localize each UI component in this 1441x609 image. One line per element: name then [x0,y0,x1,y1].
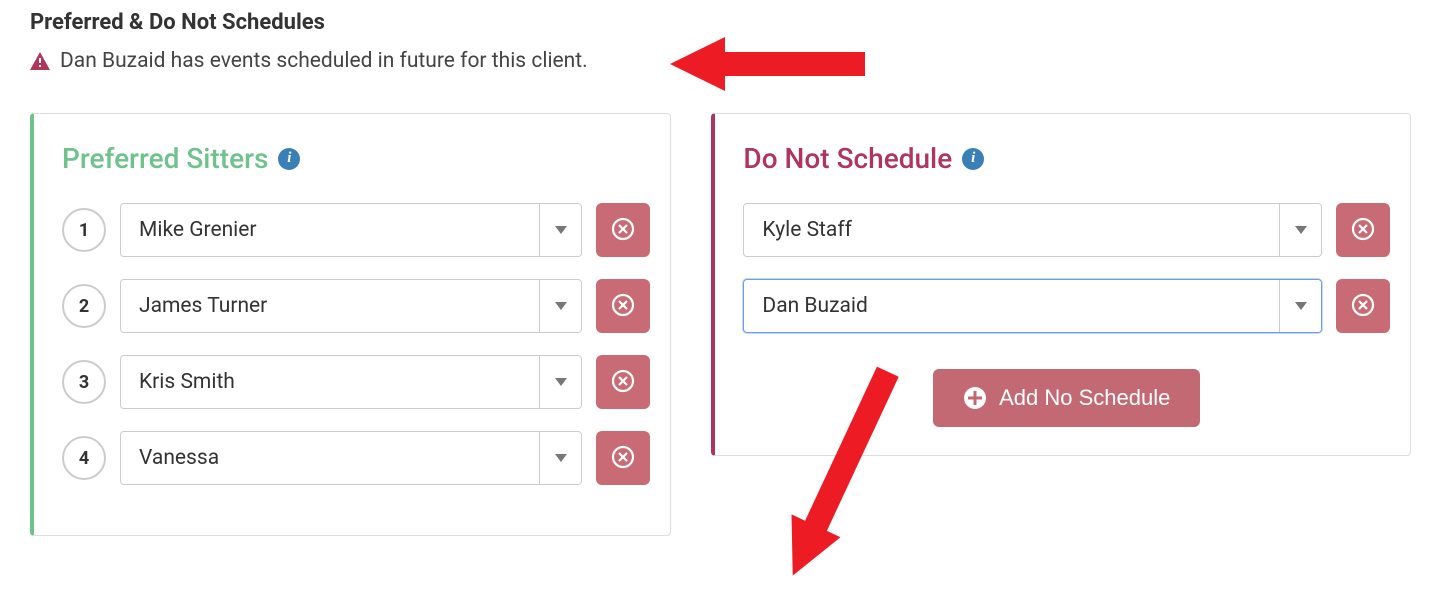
warning-row: Dan Buzaid has events scheduled in futur… [30,49,1411,73]
caret-down-icon [539,432,581,484]
remove-sitter-button[interactable] [596,431,650,485]
sitter-select-value: Kris Smith [121,356,539,408]
sitter-select[interactable]: Kris Smith [120,355,582,409]
rank-badge: 1 [62,208,106,252]
caret-down-icon [539,280,581,332]
sitter-select[interactable]: James Turner [120,279,582,333]
do-not-schedule-row: Dan Buzaid [743,279,1390,333]
do-not-schedule-row: Kyle Staff [743,203,1390,257]
sitter-select-value: Kyle Staff [744,204,1279,256]
preferred-sitter-row: 1 Mike Grenier [62,203,650,257]
rank-badge: 2 [62,284,106,328]
sitter-select[interactable]: Kyle Staff [743,203,1322,257]
caret-down-icon [539,204,581,256]
sitter-select-value: Mike Grenier [121,204,539,256]
do-not-schedule-title: Do Not Schedule i [743,142,1390,175]
sitter-select-value: James Turner [121,280,539,332]
remove-sitter-button[interactable] [596,279,650,333]
remove-sitter-button[interactable] [1336,203,1390,257]
remove-sitter-button[interactable] [1336,279,1390,333]
remove-icon [611,217,635,244]
annotation-arrow-icon [670,29,870,103]
sitter-select[interactable]: Dan Buzaid [743,279,1322,333]
warning-text: Dan Buzaid has events scheduled in futur… [60,49,588,73]
do-not-title-text: Do Not Schedule [743,142,952,175]
add-no-schedule-label: Add No Schedule [999,385,1170,411]
caret-down-icon [1279,204,1321,256]
sitter-select[interactable]: Vanessa [120,431,582,485]
sitter-select[interactable]: Mike Grenier [120,203,582,257]
sitter-select-value: Vanessa [121,432,539,484]
remove-icon [1351,217,1375,244]
remove-icon [1351,293,1375,320]
info-icon[interactable]: i [278,148,300,170]
remove-icon [611,445,635,472]
remove-sitter-button[interactable] [596,203,650,257]
preferred-sitters-title: Preferred Sitters i [62,142,650,175]
preferred-title-text: Preferred Sitters [62,142,268,175]
rank-badge: 4 [62,436,106,480]
plus-circle-icon [963,386,987,410]
preferred-sitter-row: 2 James Turner [62,279,650,333]
page-title: Preferred & Do Not Schedules [30,10,1411,35]
warning-triangle-icon [30,52,50,70]
info-icon[interactable]: i [962,148,984,170]
preferred-sitters-panel: Preferred Sitters i 1 Mike Grenier 2 James … [30,113,671,536]
remove-sitter-button[interactable] [596,355,650,409]
preferred-sitter-row: 3 Kris Smith [62,355,650,409]
do-not-schedule-panel: Do Not Schedule i Kyle Staff Dan Buzaid A… [711,113,1411,456]
sitter-select-value: Dan Buzaid [744,280,1279,332]
rank-badge: 3 [62,360,106,404]
preferred-sitter-row: 4 Vanessa [62,431,650,485]
remove-icon [611,293,635,320]
caret-down-icon [539,356,581,408]
remove-icon [611,369,635,396]
add-no-schedule-button[interactable]: Add No Schedule [933,369,1200,427]
caret-down-icon [1279,280,1321,332]
